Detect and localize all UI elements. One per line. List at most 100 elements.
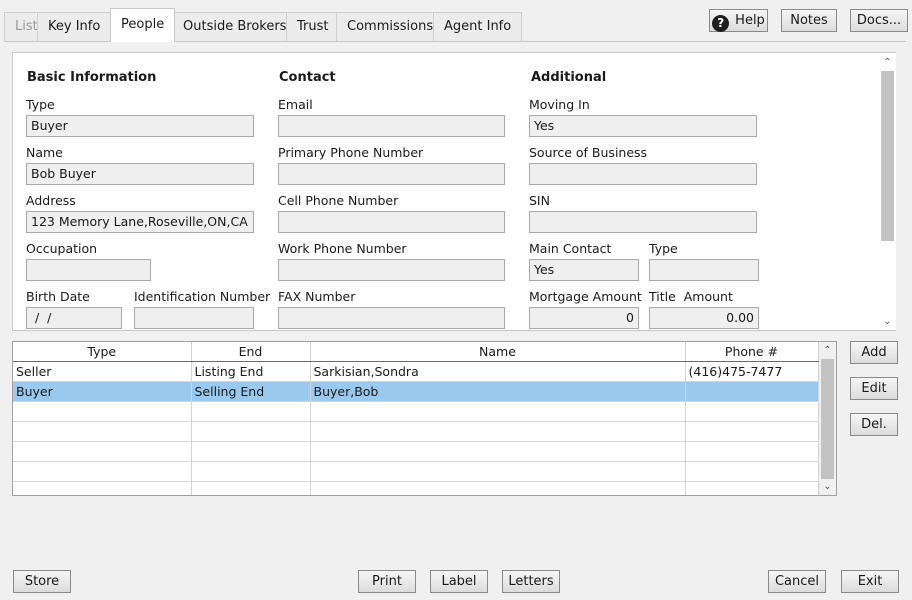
tab-people[interactable]: People xyxy=(110,8,176,42)
print-button[interactable]: Print xyxy=(358,570,416,593)
cell-name: Sarkisian,Sondra xyxy=(310,361,686,382)
empty-cell xyxy=(13,421,192,442)
docs-button[interactable]: Docs... xyxy=(850,9,908,32)
column-header-phone[interactable]: Phone # xyxy=(685,342,819,362)
primary-phone-field[interactable] xyxy=(278,163,505,185)
empty-cell xyxy=(191,461,311,482)
empty-cell xyxy=(13,481,192,495)
cell-phone-label: Cell Phone Number xyxy=(278,193,399,208)
cell-phone: (416)475-7477 xyxy=(685,361,819,382)
help-button[interactable]: ? Help xyxy=(709,9,768,32)
label-button[interactable]: Label xyxy=(430,570,488,593)
empty-cell xyxy=(13,441,192,462)
additional-type-field[interactable] xyxy=(649,259,759,281)
fax-number-field[interactable] xyxy=(278,307,505,329)
column-header-end[interactable]: End xyxy=(191,342,311,362)
table-row[interactable] xyxy=(13,441,819,462)
birth-date-label: Birth Date xyxy=(26,289,90,304)
moving-in-field[interactable]: Yes xyxy=(529,115,757,137)
empty-cell xyxy=(310,421,686,442)
sin-field[interactable] xyxy=(529,211,757,233)
additional-heading: Additional xyxy=(531,70,607,85)
address-label: Address xyxy=(26,193,76,208)
grid-scrollbar-thumb[interactable] xyxy=(821,359,834,479)
exit-button[interactable]: Exit xyxy=(841,570,899,593)
empty-cell xyxy=(191,401,311,422)
cell-phone xyxy=(685,381,819,402)
people-table: Type End Name Phone # Seller Listing End… xyxy=(13,342,819,495)
scroll-up-icon[interactable]: ⌃ xyxy=(879,58,896,68)
column-header-type[interactable]: Type xyxy=(13,342,192,362)
email-field[interactable] xyxy=(278,115,505,137)
cell-end: Listing End xyxy=(191,361,311,382)
edit-button[interactable]: Edit xyxy=(850,377,898,400)
fax-number-label: FAX Number xyxy=(278,289,356,304)
mortgage-amount-label: Mortgage Amount xyxy=(529,289,642,304)
empty-cell xyxy=(310,461,686,482)
empty-cell xyxy=(191,481,311,495)
type-label: Type xyxy=(26,97,55,112)
tab-outside-brokers[interactable]: Outside Brokers xyxy=(172,12,298,41)
name-field[interactable]: Bob Buyer xyxy=(26,163,254,185)
name-label: Name xyxy=(26,145,63,160)
tab-key-info[interactable]: Key Info xyxy=(37,12,112,41)
mortgage-amount-field[interactable]: 0 xyxy=(529,307,639,329)
work-phone-field[interactable] xyxy=(278,259,505,281)
cell-end: Selling End xyxy=(191,381,311,402)
occupation-field[interactable] xyxy=(26,259,151,281)
people-grid[interactable]: Type End Name Phone # Seller Listing End… xyxy=(12,341,837,496)
table-row[interactable] xyxy=(13,461,819,482)
letters-button[interactable]: Letters xyxy=(502,570,560,593)
panel-scrollbar[interactable]: ⌃ ⌄ xyxy=(879,53,896,330)
store-button[interactable]: Store xyxy=(13,570,71,593)
cell-phone-field[interactable] xyxy=(278,211,505,233)
birth-date-field[interactable]: / / xyxy=(26,307,122,329)
person-details-panel: Basic Information Type Buyer Name Bob Bu… xyxy=(12,52,896,331)
empty-cell xyxy=(310,401,686,422)
table-row[interactable] xyxy=(13,401,819,422)
basic-information-heading: Basic Information xyxy=(27,70,157,85)
scroll-down-icon[interactable]: ⌄ xyxy=(879,317,896,327)
grid-scroll-down-icon[interactable]: ⌄ xyxy=(819,482,836,492)
additional-type-label: Type xyxy=(649,241,678,256)
empty-cell xyxy=(13,401,192,422)
table-row-selected[interactable]: Buyer Selling End Buyer,Bob xyxy=(13,381,819,402)
sin-label: SIN xyxy=(529,193,550,208)
table-row[interactable] xyxy=(13,481,819,495)
table-row[interactable]: Seller Listing End Sarkisian,Sondra (416… xyxy=(13,361,819,382)
tab-commissions[interactable]: Commissions xyxy=(336,12,445,41)
main-contact-field[interactable]: Yes xyxy=(529,259,639,281)
title-amount-field[interactable]: 0.00 xyxy=(649,307,759,329)
empty-cell xyxy=(191,441,311,462)
address-field[interactable]: 123 Memory Lane,Roseville,ON,CA xyxy=(26,211,254,233)
empty-cell xyxy=(13,461,192,482)
empty-cell xyxy=(685,401,819,422)
scrollbar-thumb[interactable] xyxy=(881,71,894,241)
identification-number-label: Identification Number xyxy=(134,289,271,304)
grid-scrollbar[interactable]: ⌃ ⌄ xyxy=(819,342,836,495)
delete-button[interactable]: Del. xyxy=(850,413,898,436)
help-button-label: Help xyxy=(735,13,765,28)
add-button[interactable]: Add xyxy=(850,341,898,364)
empty-cell xyxy=(310,441,686,462)
empty-cell xyxy=(685,421,819,442)
type-field[interactable]: Buyer xyxy=(26,115,254,137)
column-header-name[interactable]: Name xyxy=(310,342,686,362)
empty-cell xyxy=(685,461,819,482)
empty-cell xyxy=(191,421,311,442)
tab-agent-info[interactable]: Agent Info xyxy=(433,12,523,41)
table-row[interactable] xyxy=(13,421,819,442)
moving-in-label: Moving In xyxy=(529,97,590,112)
cancel-button[interactable]: Cancel xyxy=(768,570,826,593)
empty-cell xyxy=(685,441,819,462)
grid-header-row: Type End Name Phone # xyxy=(13,342,819,362)
source-of-business-field[interactable] xyxy=(529,163,757,185)
identification-number-field[interactable] xyxy=(134,307,254,329)
empty-cell xyxy=(685,481,819,495)
title-amount-label: Title Amount xyxy=(649,289,733,304)
tab-trust[interactable]: Trust xyxy=(286,12,340,41)
cell-type: Buyer xyxy=(13,381,192,402)
primary-phone-label: Primary Phone Number xyxy=(278,145,424,160)
notes-button[interactable]: Notes xyxy=(781,9,837,32)
grid-scroll-up-icon[interactable]: ⌃ xyxy=(819,346,836,356)
